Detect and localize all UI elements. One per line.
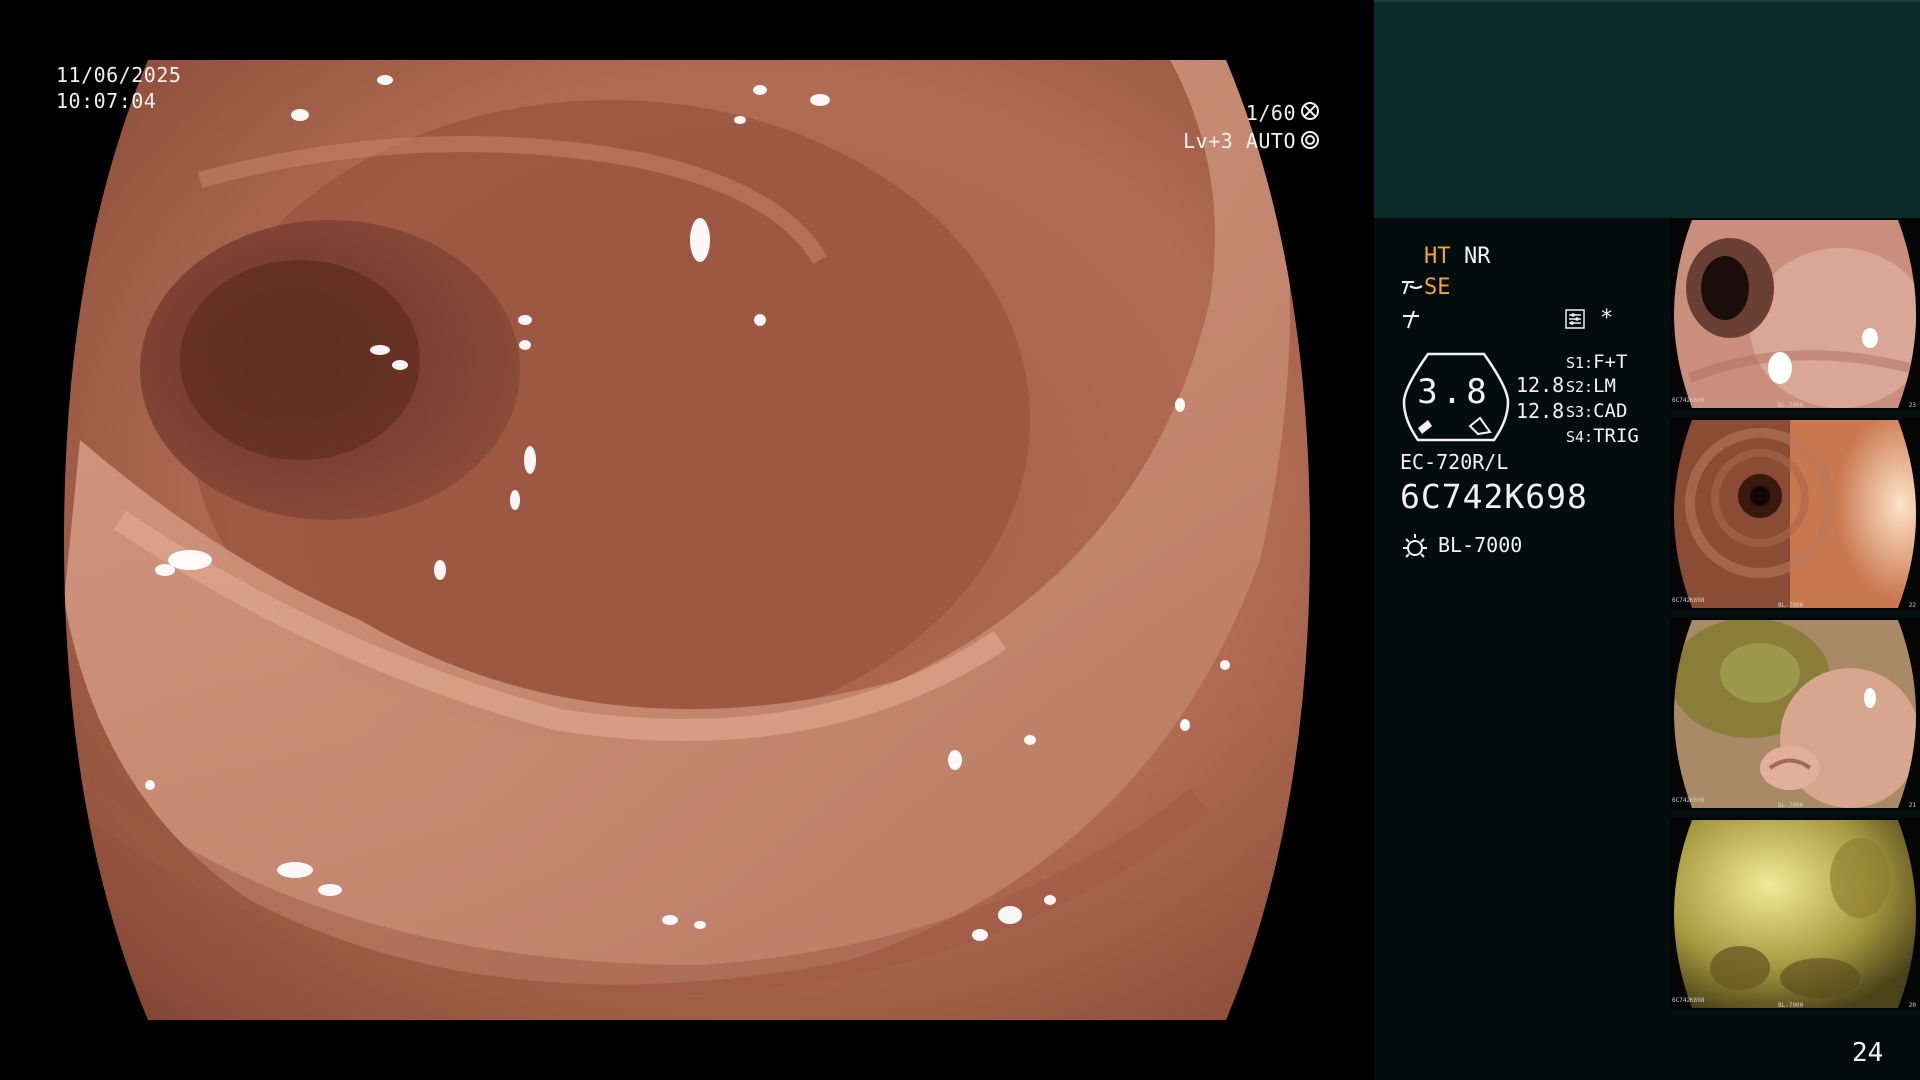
exam-time: 10:07:04 (56, 89, 157, 113)
gauge-value: 3.8 (1417, 372, 1491, 412)
scope-model: EC-720R/L (1400, 450, 1509, 474)
endoscopic-image (0, 0, 1374, 1080)
image-count: 24 (1852, 1038, 1884, 1068)
light-source-icon (1403, 534, 1427, 558)
thumbnail-light: BL-7000 (1778, 802, 1804, 809)
thumbnail-image (1674, 220, 1916, 408)
thumbnail-serial: 6C742K698 (1672, 997, 1705, 1004)
slot-value: LM (1593, 375, 1616, 397)
slot-key: S2: (1566, 378, 1594, 396)
endoscope-live-view: 11/06/2025 10:07:04 1/60 Lv+3 AUTO (0, 0, 1374, 1080)
slot-value: F+T (1593, 351, 1628, 373)
thumbnail-serial: 6C742K698 (1672, 597, 1705, 604)
switch-slot-4: S4:TRIG (1566, 424, 1639, 449)
slot-key: S1: (1566, 354, 1594, 372)
gauge-reading-1: 12.8 (1516, 373, 1565, 397)
thumbnail-number: 20 (1908, 1002, 1916, 1009)
slot-key: S3: (1566, 403, 1594, 421)
thumbnail-number: 22 (1908, 602, 1916, 609)
thumbnail-light: BL-7000 (1778, 402, 1804, 409)
slot-value: TRIG (1593, 425, 1639, 447)
scope-serial: 6C742K698 (1400, 477, 1588, 516)
nr-indicator: NR (1464, 244, 1491, 269)
light-source-model: BL-7000 (1438, 533, 1523, 557)
thumbnail-number: 23 (1908, 402, 1916, 409)
star-indicator: * (1600, 306, 1614, 331)
thumbnail-serial: 6C742K698 (1672, 397, 1705, 404)
panel-header-area (1374, 0, 1920, 218)
brightness-level: Lv+3 AUTO (1183, 129, 1296, 153)
captured-image-thumbnail[interactable]: 6C742K698 BL-7000 20 (1670, 818, 1920, 1010)
structure-enhance-icon (1402, 281, 1423, 295)
switch-slot-1: S1:F+T (1566, 350, 1627, 375)
switch-slot-2: S2:LM (1566, 374, 1616, 399)
se-indicator: SE (1424, 275, 1451, 300)
freeze-icon (1403, 310, 1419, 329)
thumbnail-image (1674, 820, 1916, 1008)
thumbnail-light: BL-7000 (1778, 1002, 1804, 1009)
thumbnail-light: BL-7000 (1778, 602, 1804, 609)
exam-date: 11/06/2025 (56, 63, 182, 87)
switch-slot-3: S3:CAD (1566, 399, 1627, 424)
gauge-reading-2: 12.8 (1516, 399, 1565, 423)
thumbnail-image (1674, 620, 1916, 808)
shutter-speed: 1/60 (1245, 101, 1296, 125)
captured-image-thumbnail[interactable]: 6C742K698 BL-7000 21 (1670, 618, 1920, 810)
thumbnail-serial: 6C742K698 (1672, 797, 1705, 804)
side-info-panel: HT NR SE * 3.8 12.8 12.8 S1:F+T S2:LM S3… (1374, 0, 1920, 1080)
ht-indicator: HT (1424, 244, 1451, 269)
settings-icon (1565, 309, 1585, 329)
captured-image-thumbnail[interactable]: 6C742K698 BL-7000 23 (1670, 218, 1920, 410)
slot-value: CAD (1593, 400, 1628, 422)
thumbnail-number: 21 (1908, 802, 1916, 809)
captured-image-thumbnail[interactable]: 6C742K698 BL-7000 22 (1670, 418, 1920, 610)
slot-key: S4: (1566, 428, 1594, 446)
thumbnail-image (1674, 420, 1916, 608)
